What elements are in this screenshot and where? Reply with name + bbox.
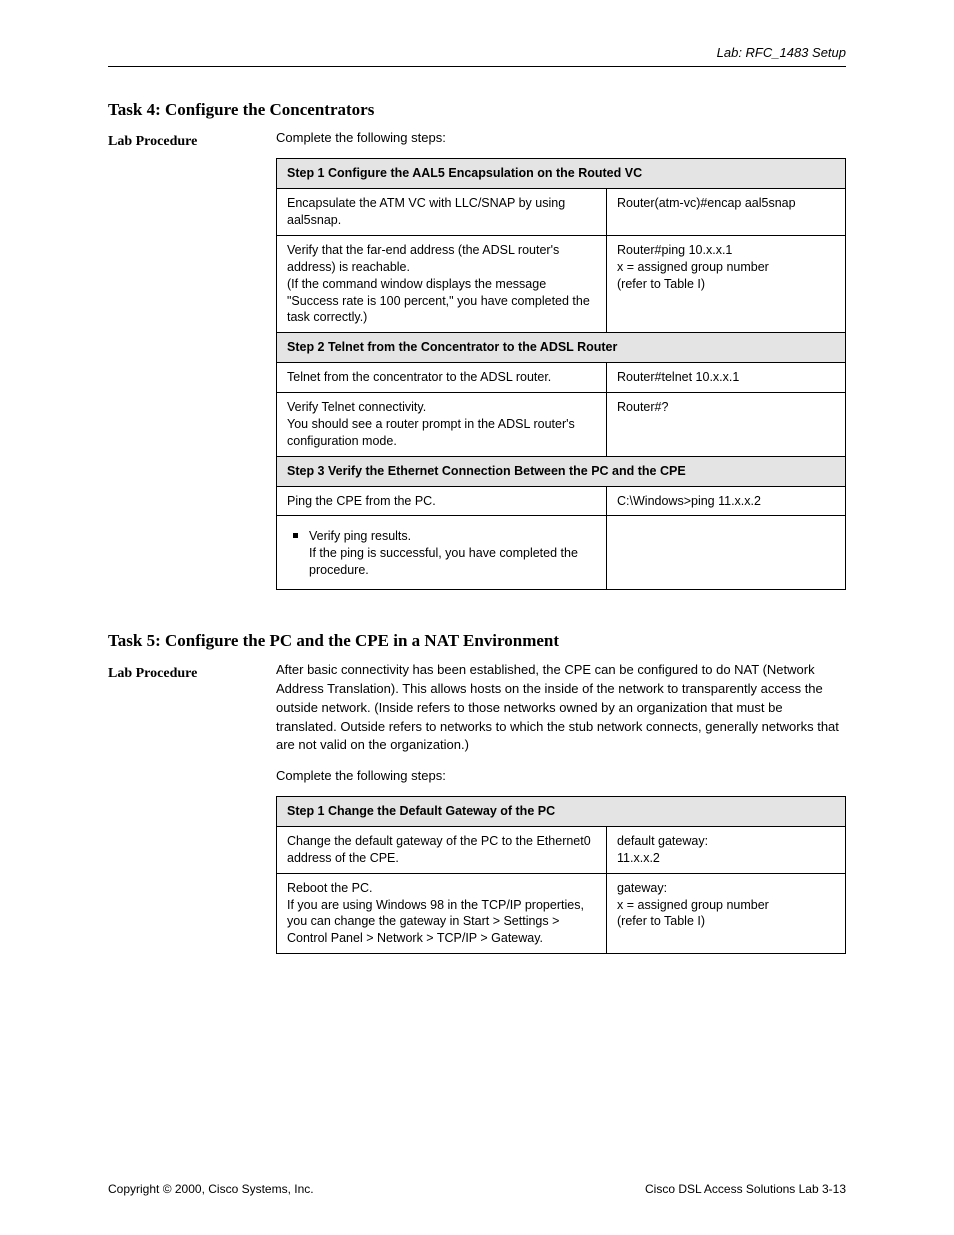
table-group-header: Step 1 Configure the AAL5 Encapsulation … (277, 159, 846, 189)
action-cell: Change the default gateway of the PC to … (277, 826, 607, 873)
section2-body: Lab Procedure After basic connectivity h… (108, 661, 846, 954)
section2-intro: Complete the following steps: (276, 767, 846, 786)
table-row: Telnet from the concentrator to the ADSL… (277, 363, 846, 393)
section-title-task5: Task 5: Configure the PC and the CPE in … (108, 630, 846, 653)
table-row: Verify that the far-end address (the ADS… (277, 235, 846, 332)
action-cell: Encapsulate the ATM VC with LLC/SNAP by … (277, 189, 607, 236)
section1-body: Lab Procedure Complete the following ste… (108, 129, 846, 590)
table-row: Ping the CPE from the PC.C:\Windows>ping… (277, 486, 846, 516)
table-row: Encapsulate the ATM VC with LLC/SNAP by … (277, 189, 846, 236)
section2-content: After basic connectivity has been establ… (276, 661, 846, 954)
side-label-lab-procedure-1: Lab Procedure (108, 129, 276, 590)
footer-right: Cisco DSL Access Solutions Lab 3-13 (645, 1181, 846, 1197)
table-group-header: Step 2 Telnet from the Concentrator to t… (277, 333, 846, 363)
command-cell: C:\Windows>ping 11.x.x.2 (607, 486, 846, 516)
header-right-text: Lab: RFC_1483 Setup (717, 45, 846, 60)
command-cell: Router#telnet 10.x.x.1 (607, 363, 846, 393)
task4-table: Step 1 Configure the AAL5 Encapsulation … (276, 158, 846, 590)
action-cell: Verify that the far-end address (the ADS… (277, 235, 607, 332)
command-cell (607, 516, 846, 590)
table-row: Verify Telnet connectivity.You should se… (277, 393, 846, 457)
section1-intro: Complete the following steps: (276, 129, 846, 148)
task5-table: Step 1 Change the Default Gateway of the… (276, 796, 846, 954)
command-cell: Router(atm-vc)#encap aal5snap (607, 189, 846, 236)
table-group-header: Step 1 Change the Default Gateway of the… (277, 797, 846, 827)
action-cell: Reboot the PC.If you are using Windows 9… (277, 873, 607, 954)
page: Lab: RFC_1483 Setup Task 4: Configure th… (0, 0, 954, 1235)
section2-body-text: After basic connectivity has been establ… (276, 661, 846, 755)
page-header: Lab: RFC_1483 Setup (108, 44, 846, 67)
action-cell: Telnet from the concentrator to the ADSL… (277, 363, 607, 393)
action-cell: Ping the CPE from the PC. (277, 486, 607, 516)
command-cell: Router#? (607, 393, 846, 457)
table-row: Verify ping results.If the ping is succe… (277, 516, 846, 590)
action-cell: Verify Telnet connectivity.You should se… (277, 393, 607, 457)
table-row: Reboot the PC.If you are using Windows 9… (277, 873, 846, 954)
table-group-header: Step 3 Verify the Ethernet Connection Be… (277, 456, 846, 486)
footer-left: Copyright © 2000, Cisco Systems, Inc. (108, 1181, 314, 1197)
section1-content: Complete the following steps: Step 1 Con… (276, 129, 846, 590)
action-cell: Verify ping results.If the ping is succe… (277, 516, 607, 590)
table-row: Change the default gateway of the PC to … (277, 826, 846, 873)
command-cell: default gateway:11.x.x.2 (607, 826, 846, 873)
side-label-lab-procedure-2: Lab Procedure (108, 661, 276, 954)
command-cell: Router#ping 10.x.x.1x = assigned group n… (607, 235, 846, 332)
section-title-task4: Task 4: Configure the Concentrators (108, 99, 846, 122)
command-cell: gateway:x = assigned group number(refer … (607, 873, 846, 954)
page-footer: Copyright © 2000, Cisco Systems, Inc. Ci… (108, 1181, 846, 1197)
